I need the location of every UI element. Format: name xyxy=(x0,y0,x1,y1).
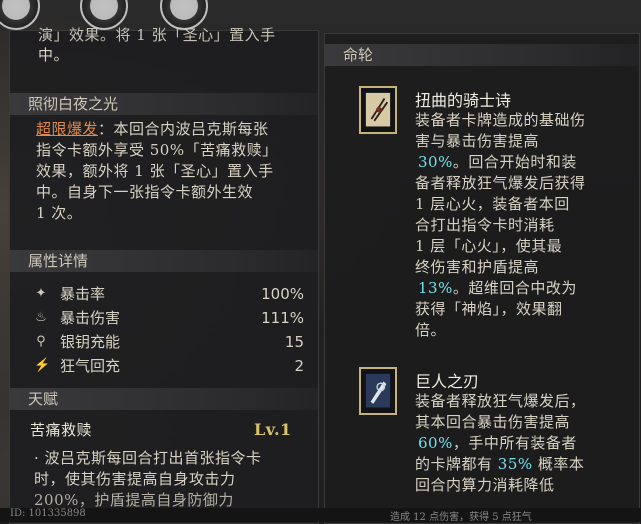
relic2-line-3: 60%，手中所有装备者 xyxy=(418,434,577,452)
ability-line-3: 效果，额外将 1 张「圣心」置入手 xyxy=(36,162,274,180)
stat-value: 2 xyxy=(294,357,304,375)
relic1-line-7: 1 层「心火」，使其最 xyxy=(415,237,563,255)
ability-line-5: 1 次。 xyxy=(36,204,83,222)
stat-label: 狂气回充 xyxy=(60,357,121,375)
relic1-line-11: 倍。 xyxy=(415,321,447,339)
blade-icon xyxy=(365,373,391,408)
effect-text-fragment: 演」效果。将 1 张「圣心」置入手 xyxy=(38,26,276,44)
character-detail-panel: 演」效果。将 1 张「圣心」置入手 中。 照彻白夜之光 超限爆发：本回合内波吕克… xyxy=(9,26,319,524)
silver-key-icon: ⚲ xyxy=(36,334,46,349)
crit-rate-icon: ✦ xyxy=(35,286,47,301)
relic2-line-2: 其本回合暴击伤害提高 xyxy=(415,413,571,431)
relic-icon-giant-blade[interactable] xyxy=(359,367,397,415)
effect-text-fragment-2: 中。 xyxy=(38,46,70,64)
relic-name-1: 扭曲的骑士诗 xyxy=(415,91,512,110)
ability-line-2: 指令卡额外享受 50%「苦痛救赎」 xyxy=(36,141,278,159)
stat-value: 15 xyxy=(284,333,304,351)
keyword-overload-burst[interactable]: 超限爆发 xyxy=(36,120,98,138)
talent-line-1: · 波吕克斯每回合打出首张指令卡 xyxy=(34,449,262,467)
ability-line-1: 超限爆发：本回合内波吕克斯每张 xyxy=(36,120,269,138)
stat-value: 111% xyxy=(261,309,304,327)
relic-icon-knight-poem[interactable] xyxy=(359,86,397,134)
footer-bar: ID: 101335898 造成 12 点伤害，获得 5 点狂气 xyxy=(0,508,641,523)
section-title-talent: 天赋 xyxy=(10,388,318,410)
crit-damage-icon: ♨ xyxy=(35,310,47,325)
talent-level: Lv.1 xyxy=(254,420,292,439)
stat-label: 银钥充能 xyxy=(60,333,121,351)
relic-name-2: 巨人之刃 xyxy=(415,372,480,391)
stat-row: ♨ 暴击伤害 111% xyxy=(34,307,312,329)
scroll-sword-icon xyxy=(365,92,391,127)
relic1-line-8: 终伤害和护盾提高 xyxy=(415,258,540,276)
section-title-wheel: 命轮 xyxy=(325,44,639,66)
relic1-line-1: 装备者卡牌造成的基础伤 xyxy=(415,111,586,129)
relic1-line-6: 合打出指令卡时消耗 xyxy=(415,216,555,234)
stat-label: 暴击率 xyxy=(60,285,106,303)
stat-row: ⚡ 狂气回充 2 xyxy=(34,355,312,377)
stat-row: ✦ 暴击率 100% xyxy=(34,283,312,305)
stat-value: 100% xyxy=(261,285,304,303)
player-id: ID: 101335898 xyxy=(10,508,86,519)
section-title-ability: 照彻白夜之光 xyxy=(10,93,318,115)
battle-log: 造成 12 点伤害，获得 5 点狂气 xyxy=(390,512,532,523)
relic1-line-10: 获得「神焰」，效果翻 xyxy=(415,300,563,318)
destiny-wheel-panel: 命轮 扭曲的骑士诗 装备者卡牌造成的基础伤 害与暴击伤害提高 30%。回合开始时… xyxy=(324,33,640,524)
relic1-line-3: 30%。回合开始时和装 xyxy=(418,153,577,171)
relic1-line-4: 备者释放狂气爆发后获得 xyxy=(415,174,586,192)
relic2-line-1: 装备者释放狂气爆发后， xyxy=(415,392,586,410)
ability-line-4: 中。自身下一张指令卡额外生效 xyxy=(36,183,254,201)
stat-label: 暴击伤害 xyxy=(60,309,121,327)
relic1-line-5: 1 层心火，装备者本回 xyxy=(415,195,570,213)
rage-icon: ⚡ xyxy=(34,358,51,373)
relic2-line-5: 回合内算力消耗降低 xyxy=(415,476,555,494)
relic2-line-4: 的卡牌都有 35% 概率本 xyxy=(415,455,585,473)
talent-name: 苦痛救赎 xyxy=(30,421,93,439)
section-title-attributes: 属性详情 xyxy=(10,250,318,272)
talent-line-2: 时，使其伤害提高自身攻击力 xyxy=(34,470,236,488)
stat-row: ⚲ 银钥充能 15 xyxy=(34,331,312,353)
relic1-line-9: 13%。超维回合中改为 xyxy=(418,279,577,297)
relic1-line-2: 害与暴击伤害提高 xyxy=(415,132,540,150)
